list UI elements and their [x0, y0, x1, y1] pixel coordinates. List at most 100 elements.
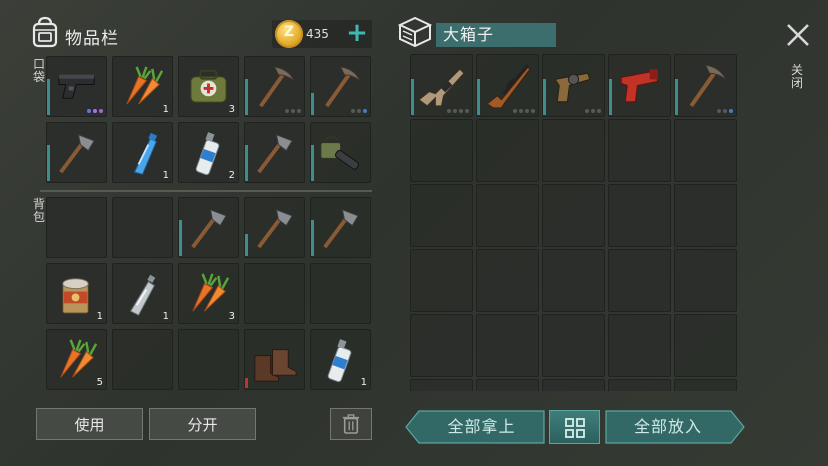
rarity-dots	[583, 109, 601, 113]
durability-bar	[311, 220, 314, 256]
inventory-slot[interactable]: 1	[46, 263, 107, 324]
empty-slot[interactable]	[674, 314, 737, 377]
durability-bar	[179, 220, 182, 256]
empty-slot[interactable]	[476, 184, 539, 247]
empty-slot[interactable]	[674, 379, 737, 391]
inventory-slot[interactable]	[244, 122, 305, 183]
empty-slot[interactable]	[608, 314, 671, 377]
empty-slot[interactable]	[112, 329, 173, 390]
empty-slot[interactable]	[410, 184, 473, 247]
trash-icon	[342, 414, 360, 434]
empty-slot[interactable]	[608, 249, 671, 312]
rarity-dots	[85, 109, 103, 113]
empty-slot[interactable]	[476, 379, 539, 391]
chainsaw-icon	[320, 135, 360, 170]
split-button[interactable]: 分开	[149, 408, 256, 440]
hatchet-icon	[59, 134, 95, 174]
empty-slot[interactable]	[674, 249, 737, 312]
empty-slot[interactable]	[674, 119, 737, 182]
coin-count: 435	[306, 27, 329, 41]
pocket-grid: 1 3 1 2	[46, 56, 376, 186]
empty-slot[interactable]	[542, 249, 605, 312]
empty-slot[interactable]	[46, 197, 107, 258]
empty-slot[interactable]	[410, 119, 473, 182]
trash-button[interactable]	[330, 408, 372, 440]
take-all-button[interactable]: 全部拿上	[420, 410, 543, 444]
add-coins-button[interactable]: +	[345, 20, 369, 48]
empty-slot[interactable]	[410, 379, 473, 391]
inventory-slot[interactable]	[410, 54, 473, 117]
empty-slot[interactable]	[310, 263, 371, 324]
empty-slot[interactable]	[112, 197, 173, 258]
stack-count: 1	[162, 311, 169, 322]
durability-bar	[245, 378, 248, 388]
durability-bar	[675, 79, 678, 115]
use-button[interactable]: 使用	[36, 408, 143, 440]
inventory-slot[interactable]	[476, 54, 539, 117]
carrot-icon	[60, 339, 98, 378]
inventory-slot[interactable]: 3	[178, 56, 239, 117]
inventory-slot[interactable]: 2	[178, 122, 239, 183]
empty-slot[interactable]	[542, 184, 605, 247]
inventory-slot[interactable]	[310, 197, 371, 258]
coin-icon: Z	[275, 20, 303, 48]
crate-icon	[398, 16, 432, 48]
revolver-icon	[554, 72, 591, 103]
inventory-slot[interactable]	[674, 54, 737, 117]
sort-button[interactable]	[549, 410, 600, 444]
inventory-slot[interactable]: 3	[178, 263, 239, 324]
spray-can-icon	[327, 339, 352, 383]
empty-slot[interactable]	[608, 379, 671, 391]
empty-slot[interactable]	[476, 119, 539, 182]
inventory-slot[interactable]: 1	[310, 329, 371, 390]
pistol-icon	[58, 74, 95, 99]
water-bottle-icon	[133, 132, 158, 175]
grid-sort-icon	[564, 418, 585, 438]
inventory-slot[interactable]	[46, 122, 107, 183]
inventory-slot[interactable]	[310, 122, 371, 183]
hatchet-icon	[257, 209, 293, 249]
backpack-icon	[32, 16, 58, 48]
stack-count: 3	[228, 311, 235, 322]
inventory-slot[interactable]: 1	[112, 122, 173, 183]
hatchet-icon	[257, 134, 293, 174]
inventory-slot[interactable]	[310, 56, 371, 117]
empty-slot[interactable]	[178, 329, 239, 390]
container-grid	[410, 54, 740, 391]
put-all-button[interactable]: 全部放入	[606, 410, 730, 444]
rarity-dots	[445, 109, 469, 113]
empty-slot[interactable]	[542, 119, 605, 182]
empty-slot[interactable]	[542, 379, 605, 391]
spray-can-icon	[195, 132, 220, 176]
close-label[interactable]: 关闭	[791, 64, 803, 90]
inventory-slot[interactable]	[244, 329, 305, 390]
empty-slot[interactable]	[476, 314, 539, 377]
inventory-slot[interactable]	[46, 56, 107, 117]
empty-slot[interactable]	[244, 263, 305, 324]
pocket-label: 口袋	[33, 57, 46, 84]
inventory-slot[interactable]: 1	[112, 56, 173, 117]
inventory-slot[interactable]	[178, 197, 239, 258]
durability-bar	[477, 79, 480, 115]
inventory-slot[interactable]: 1	[112, 263, 173, 324]
hatchet-icon	[191, 209, 227, 249]
empty-slot[interactable]	[674, 184, 737, 247]
stack-count: 1	[360, 377, 367, 388]
empty-slot[interactable]	[476, 249, 539, 312]
close-icon[interactable]	[785, 22, 811, 48]
inventory-slot[interactable]	[542, 54, 605, 117]
durability-bar	[609, 79, 612, 115]
assault-rifle-icon	[418, 68, 465, 107]
empty-slot[interactable]	[608, 119, 671, 182]
empty-slot[interactable]	[608, 184, 671, 247]
stack-count: 5	[96, 377, 103, 388]
inventory-slot[interactable]: 5	[46, 329, 107, 390]
inventory-slot[interactable]	[244, 56, 305, 117]
inventory-slot[interactable]	[244, 197, 305, 258]
empty-slot[interactable]	[542, 314, 605, 377]
empty-slot[interactable]	[410, 314, 473, 377]
stack-count: 1	[96, 311, 103, 322]
inventory-slot[interactable]	[608, 54, 671, 117]
pickaxe-icon	[325, 66, 361, 108]
empty-slot[interactable]	[410, 249, 473, 312]
